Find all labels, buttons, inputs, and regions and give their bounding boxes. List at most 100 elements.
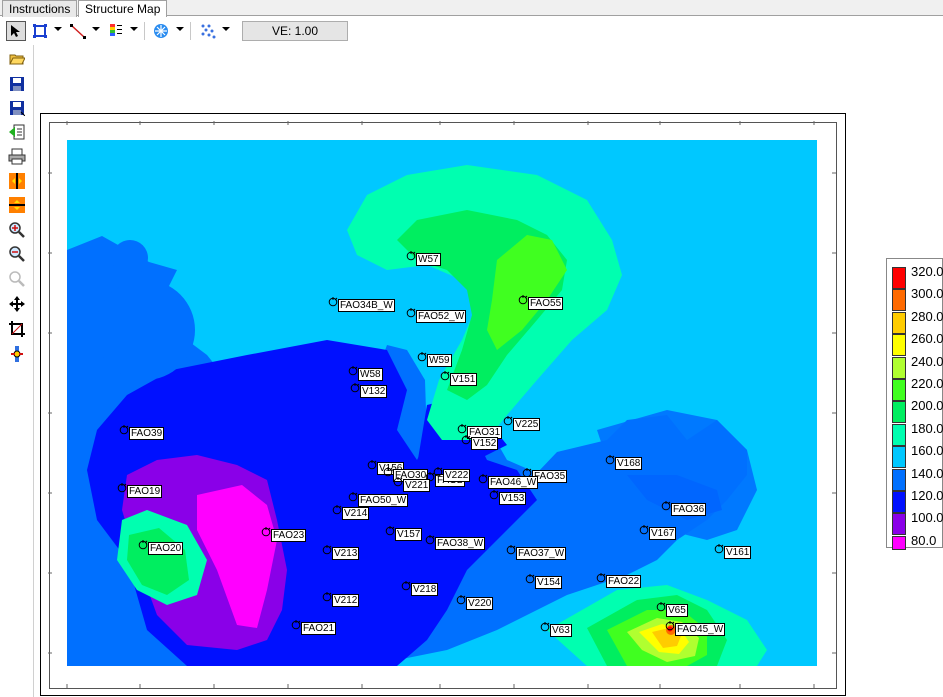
well-symbol-icon <box>393 477 403 487</box>
zoom-reset-icon[interactable] <box>8 270 26 288</box>
well-symbol-icon <box>503 416 513 426</box>
print-icon[interactable] <box>8 147 26 165</box>
well-label: V214 <box>342 507 370 520</box>
split-horizontal-icon[interactable] <box>8 172 26 190</box>
structure-contour-map[interactable] <box>67 140 817 666</box>
legend-swatch <box>892 334 906 357</box>
wells-points-icon[interactable] <box>198 21 218 41</box>
zoom-in-icon[interactable] <box>8 221 26 239</box>
well-label: V63 <box>550 624 572 637</box>
color-legend: 320.0 300.0 280.0 260.0 240.0 220.0 200.0 180.0… <box>886 258 943 550</box>
well-label: V65 <box>666 604 688 617</box>
well-symbol-icon <box>348 492 358 502</box>
pan-icon[interactable] <box>8 295 26 313</box>
contour-fill <box>67 140 817 666</box>
legend-level-label: 280.0 <box>911 308 943 324</box>
well-symbol-icon <box>406 308 416 318</box>
split-vertical-icon[interactable] <box>8 196 26 214</box>
tab-instructions[interactable]: Instructions <box>2 0 78 17</box>
well-symbol-icon <box>117 483 127 493</box>
legend-level-label: 320.0 <box>911 264 943 279</box>
well-symbol-icon <box>714 544 724 554</box>
well-symbol-icon <box>461 435 471 445</box>
well-symbol-icon <box>332 505 342 515</box>
legend-level-label: 100.0 <box>911 510 943 526</box>
color-bar-icon[interactable] <box>106 21 126 41</box>
well-symbol-icon <box>661 501 671 511</box>
legend-level-label: 240.0 <box>911 353 943 369</box>
well-label: V153 <box>499 492 527 505</box>
well-label: FAO37_W <box>516 547 567 560</box>
well-label: V221 <box>403 479 431 492</box>
well-symbol-icon <box>328 297 338 307</box>
well-label: W59 <box>427 354 452 367</box>
well-symbol-icon <box>540 622 550 632</box>
well-label: FAO20 <box>148 542 184 555</box>
draw-line-icon[interactable] <box>68 21 88 41</box>
well-symbol-icon <box>639 525 649 535</box>
well-label: FAO21 <box>301 622 337 635</box>
well-label: FAO39 <box>129 427 165 440</box>
zoom-region-dropdown[interactable] <box>54 27 62 31</box>
save-as-icon[interactable] <box>8 99 26 117</box>
open-folder-icon[interactable] <box>8 50 26 68</box>
well-symbol-icon <box>525 574 535 584</box>
well-label: V218 <box>411 583 439 596</box>
legend-level-label: 80.0 <box>911 532 937 548</box>
legend-swatch <box>892 423 906 446</box>
legend-swatch <box>892 535 906 550</box>
well-symbol-icon <box>406 251 416 261</box>
save-icon[interactable] <box>8 75 26 93</box>
well-label: V151 <box>450 373 478 386</box>
legend-swatch <box>892 401 906 424</box>
well-label: FAO55 <box>528 297 564 310</box>
legend-level-label: 140.0 <box>911 465 943 481</box>
contour-dropdown[interactable] <box>176 27 184 31</box>
well-symbol-icon <box>605 455 615 465</box>
well-symbol-icon <box>518 295 528 305</box>
legend-level-label: 160.0 <box>911 443 943 459</box>
well-symbol-icon <box>350 383 360 393</box>
well-symbol-icon <box>506 545 516 555</box>
crop-icon[interactable] <box>8 320 26 338</box>
vertical-exaggeration-button[interactable]: VE: 1.00 <box>242 21 348 41</box>
legend-swatch <box>892 379 906 401</box>
well-label: FAO50_W <box>358 494 409 507</box>
well-label: FAO46_W <box>488 476 539 489</box>
zoom-out-icon[interactable] <box>8 245 26 263</box>
legend-swatch <box>892 356 906 379</box>
draw-line-dropdown[interactable] <box>92 27 100 31</box>
well-symbol-icon <box>596 573 606 583</box>
well-label: V213 <box>332 547 360 560</box>
select-arrow-icon[interactable] <box>6 21 26 41</box>
well-symbol-icon <box>425 535 435 545</box>
well-symbol-icon <box>440 371 450 381</box>
export-icon[interactable] <box>8 123 26 141</box>
tab-bar: Instructions Structure Map <box>0 0 943 17</box>
info-icon[interactable] <box>8 345 26 363</box>
well-label: FAO38_W <box>435 537 486 550</box>
well-symbol-icon <box>138 540 148 550</box>
left-toolbar <box>0 45 34 697</box>
zoom-region-icon[interactable] <box>30 21 50 41</box>
color-bar-dropdown[interactable] <box>130 27 138 31</box>
toolbar-separator <box>144 22 145 40</box>
well-label: V220 <box>466 597 494 610</box>
wells-points-dropdown[interactable] <box>222 27 230 31</box>
well-symbol-icon <box>489 490 499 500</box>
well-symbol-icon <box>322 592 332 602</box>
legend-level-label: 120.0 <box>911 488 943 503</box>
well-label: FAO45_W <box>675 623 726 636</box>
well-label: V167 <box>649 527 677 540</box>
legend-swatch <box>892 311 906 334</box>
well-label: FAO36 <box>671 503 707 516</box>
contour-icon[interactable] <box>151 21 171 41</box>
well-symbol-icon <box>261 527 271 537</box>
legend-swatch <box>892 289 906 312</box>
tab-structure-map[interactable]: Structure Map <box>78 0 168 17</box>
well-label: V212 <box>332 594 360 607</box>
well-symbol-icon <box>385 526 395 536</box>
legend-level-label: 260.0 <box>911 331 943 347</box>
well-label: FAO34B_W <box>338 299 395 312</box>
well-symbol-icon <box>119 425 129 435</box>
